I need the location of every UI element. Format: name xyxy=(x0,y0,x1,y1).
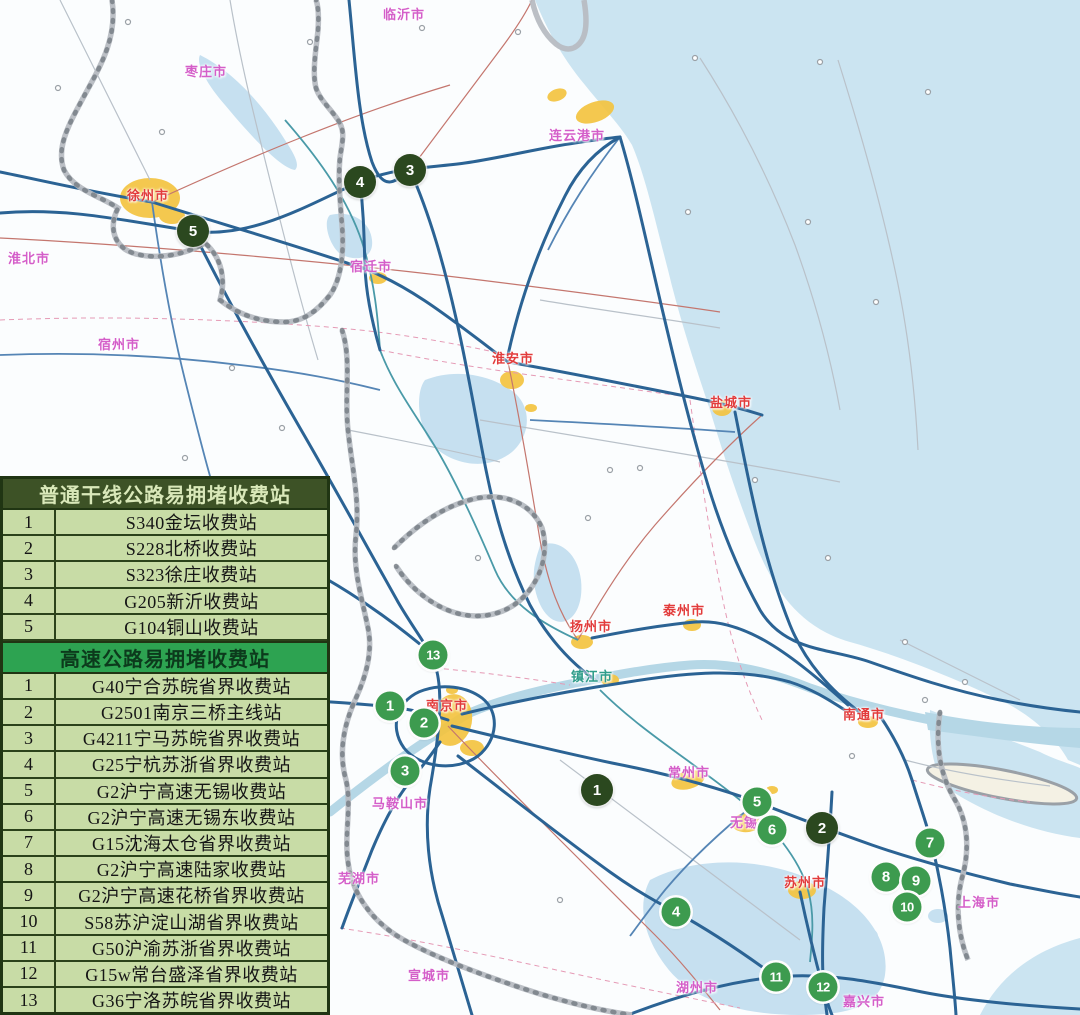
legend-row: 6 G2沪宁高速无锡东收费站 xyxy=(3,805,327,831)
row-label: G2沪宁高速陆家收费站 xyxy=(56,857,327,881)
row-label: G2沪宁高速花桥省界收费站 xyxy=(56,883,327,907)
marker-expwy-7: 7 xyxy=(916,829,945,858)
row-label: G104铜山收费站 xyxy=(56,615,327,639)
row-number: 8 xyxy=(3,857,56,881)
row-number: 1 xyxy=(3,510,56,534)
marker-trunk-1: 1 xyxy=(581,774,613,806)
legend-row: 12 G15w常台盛泽省界收费站 xyxy=(3,962,327,988)
legend-row: 3 G4211宁马苏皖省界收费站 xyxy=(3,726,327,752)
legend-row: 4 G25宁杭苏浙省界收费站 xyxy=(3,752,327,778)
city-label-suzhou: 苏州市 xyxy=(784,876,826,889)
row-label: G36宁洛苏皖省界收费站 xyxy=(56,988,327,1012)
marker-expwy-11: 11 xyxy=(762,963,791,992)
legend-row: 3 S323徐庄收费站 xyxy=(3,562,327,588)
marker-expwy-13: 13 xyxy=(419,641,448,670)
row-number: 1 xyxy=(3,674,56,698)
city-label-nantong: 南通市 xyxy=(843,708,885,721)
marker-expwy-3: 3 xyxy=(391,757,420,786)
marker-expwy-6: 6 xyxy=(758,816,787,845)
legend-row: 10 S58苏沪淀山湖省界收费站 xyxy=(3,909,327,935)
marker-expwy-4: 4 xyxy=(662,898,691,927)
city-label-taizhou: 泰州市 xyxy=(663,604,705,617)
legend-row: 8 G2沪宁高速陆家收费站 xyxy=(3,857,327,883)
city-label-huzhou: 湖州市 xyxy=(676,981,718,994)
row-label: S323徐庄收费站 xyxy=(56,562,327,586)
row-label: G2501南京三桥主线站 xyxy=(56,700,327,724)
legend-row: 2 S228北桥收费站 xyxy=(3,536,327,562)
row-number: 3 xyxy=(3,562,56,586)
row-label: G4211宁马苏皖省界收费站 xyxy=(56,726,327,750)
row-label: S58苏沪淀山湖省界收费站 xyxy=(56,909,327,933)
marker-trunk-3: 3 xyxy=(394,154,426,186)
city-label-maanshan: 马鞍山市 xyxy=(372,797,428,810)
row-number: 6 xyxy=(3,805,56,829)
marker-expwy-2: 2 xyxy=(410,709,439,738)
expressway-section-header: 高速公路易拥堵收费站 xyxy=(3,641,327,674)
legend-row: 9 G2沪宁高速花桥省界收费站 xyxy=(3,883,327,909)
marker-expwy-8: 8 xyxy=(872,863,901,892)
city-label-shanghai: 上海市 xyxy=(958,896,1000,909)
legend-row: 5 G104铜山收费站 xyxy=(3,615,327,641)
legend-row: 1 S340金坛收费站 xyxy=(3,510,327,536)
city-label-zaozhuang: 枣庄市 xyxy=(185,65,227,78)
row-label: G25宁杭苏浙省界收费站 xyxy=(56,752,327,776)
row-number: 4 xyxy=(3,589,56,613)
row-label: S340金坛收费站 xyxy=(56,510,327,534)
city-label-zhenjiang: 镇江市 xyxy=(571,670,613,683)
city-label-huaibei: 淮北市 xyxy=(8,252,50,265)
marker-expwy-9: 9 xyxy=(902,867,931,896)
marker-expwy-10: 10 xyxy=(893,893,922,922)
city-label-yancheng: 盐城市 xyxy=(710,396,752,409)
legend-row: 11 G50沪渝苏浙省界收费站 xyxy=(3,936,327,962)
map: 临沂市 枣庄市 连云港市 徐州市 淮北市 宿州市 宿迁市 淮安市 盐城市 扬州市… xyxy=(0,0,1080,1015)
marker-expwy-12: 12 xyxy=(809,973,838,1002)
city-label-changzhou: 常州市 xyxy=(668,766,710,779)
city-label-wuhu: 芜湖市 xyxy=(338,872,380,885)
row-number: 12 xyxy=(3,962,56,986)
city-label-linyi: 临沂市 xyxy=(383,8,425,21)
legend-table: 普通干线公路易拥堵收费站 1 S340金坛收费站 2 S228北桥收费站 3 S… xyxy=(0,476,330,1015)
marker-trunk-4: 4 xyxy=(344,166,376,198)
city-label-jiaxing: 嘉兴市 xyxy=(843,995,885,1008)
legend-row: 4 G205新沂收费站 xyxy=(3,589,327,615)
row-number: 10 xyxy=(3,909,56,933)
row-label: G50沪渝苏浙省界收费站 xyxy=(56,936,327,960)
row-label: G2沪宁高速无锡收费站 xyxy=(56,779,327,803)
row-label: G2沪宁高速无锡东收费站 xyxy=(56,805,327,829)
sea-shapes xyxy=(535,0,1080,1015)
city-label-suqian: 宿迁市 xyxy=(350,260,392,273)
marker-trunk-5: 5 xyxy=(177,215,209,247)
legend-row: 7 G15沈海太仓省界收费站 xyxy=(3,831,327,857)
city-label-xuancheng: 宣城市 xyxy=(408,969,450,982)
row-number: 3 xyxy=(3,726,56,750)
row-number: 7 xyxy=(3,831,56,855)
row-label: G40宁合苏皖省界收费站 xyxy=(56,674,327,698)
row-number: 13 xyxy=(3,988,56,1012)
city-label-xuzhou: 徐州市 xyxy=(127,189,169,202)
row-label: G15沈海太仓省界收费站 xyxy=(56,831,327,855)
row-number: 5 xyxy=(3,779,56,803)
legend-row: 5 G2沪宁高速无锡收费站 xyxy=(3,779,327,805)
trunk-section-header: 普通干线公路易拥堵收费站 xyxy=(3,479,327,510)
marker-trunk-2: 2 xyxy=(806,812,838,844)
row-label: G205新沂收费站 xyxy=(56,589,327,613)
marker-expwy-1: 1 xyxy=(376,692,405,721)
legend-row: 1 G40宁合苏皖省界收费站 xyxy=(3,674,327,700)
city-label-suzhou-anhui: 宿州市 xyxy=(98,338,140,351)
row-number: 9 xyxy=(3,883,56,907)
city-label-lianyungang: 连云港市 xyxy=(549,129,605,142)
marker-expwy-5: 5 xyxy=(743,788,772,817)
row-label: G15w常台盛泽省界收费站 xyxy=(56,962,327,986)
legend-row: 13 G36宁洛苏皖省界收费站 xyxy=(3,988,327,1012)
city-label-yangzhou: 扬州市 xyxy=(570,620,612,633)
row-number: 2 xyxy=(3,700,56,724)
city-label-nanjing: 南京市 xyxy=(426,699,468,712)
row-number: 4 xyxy=(3,752,56,776)
row-number: 2 xyxy=(3,536,56,560)
legend-row: 2 G2501南京三桥主线站 xyxy=(3,700,327,726)
row-number: 11 xyxy=(3,936,56,960)
row-number: 5 xyxy=(3,615,56,639)
city-label-huaian: 淮安市 xyxy=(492,352,534,365)
row-label: S228北桥收费站 xyxy=(56,536,327,560)
